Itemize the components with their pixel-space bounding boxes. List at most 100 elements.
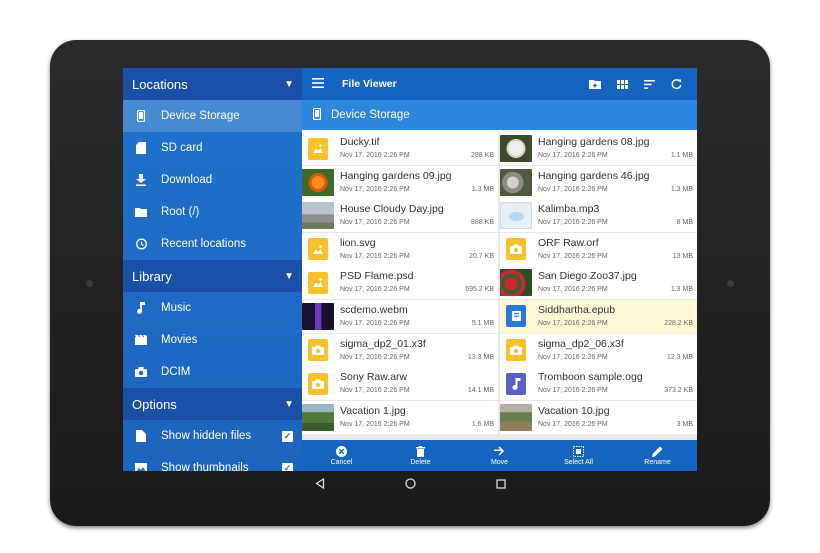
file-date: Nov 17, 2016 2:26 PM bbox=[538, 319, 608, 327]
sidebar-item-show-thumbnails[interactable]: Show thumbnails ✓ bbox=[123, 452, 302, 471]
file-size: 1.3 MB bbox=[670, 185, 693, 193]
file-date: Nov 17, 2016 2:26 PM bbox=[538, 420, 608, 428]
sidebar-item-download[interactable]: Download bbox=[123, 164, 302, 196]
sidebar-item-recent[interactable]: Recent locations bbox=[123, 228, 302, 260]
file-size: 1.3 MB bbox=[471, 185, 494, 193]
file-name: Hanging gardens 46.jpg bbox=[538, 169, 650, 182]
select-all-button[interactable]: Select All bbox=[539, 440, 618, 471]
delete-button[interactable]: Delete bbox=[381, 440, 460, 471]
file-item[interactable]: sigma_dp2_06.x3f Nov 17, 2016 2:26 PM 12.3… bbox=[500, 333, 697, 367]
file-item[interactable]: lion.svg Nov 17, 2016 2:26 PM 20.7 KB bbox=[302, 232, 498, 266]
file-size: 5.1 MB bbox=[471, 319, 494, 327]
home-icon[interactable] bbox=[404, 476, 416, 494]
file-item[interactable]: San Diego Zoo37.jpg Nov 17, 2016 2:26 PM 1… bbox=[500, 266, 697, 300]
camera-file-icon bbox=[506, 339, 526, 362]
file-thumbnail bbox=[302, 302, 334, 331]
new-folder-icon[interactable] bbox=[589, 78, 601, 90]
file-info: Ducky.tif Nov 17, 2016 2:26 PM 288 KB bbox=[340, 132, 498, 165]
music-note-icon bbox=[135, 302, 147, 314]
file-info: sigma_dp2_06.x3f Nov 17, 2016 2:26 PM 12.3… bbox=[538, 334, 697, 367]
file-size: 13 MB bbox=[672, 252, 693, 260]
refresh-icon[interactable] bbox=[670, 78, 682, 90]
file-info: Hanging gardens 08.jpg Nov 17, 2016 2:26 … bbox=[538, 132, 697, 165]
file-thumbnail bbox=[500, 134, 532, 163]
file-item[interactable]: Ducky.tif Nov 17, 2016 2:26 PM 288 KB bbox=[302, 132, 498, 165]
sidebar-item-label: Show hidden files bbox=[161, 430, 252, 442]
file-name: ORF Raw.orf bbox=[538, 236, 599, 249]
file-info: House Cloudy Day.jpg Nov 17, 2016 2:26 PM… bbox=[340, 199, 498, 232]
breadcrumb-label: Device Storage bbox=[331, 109, 410, 121]
system-nav-bar bbox=[123, 471, 697, 499]
menu-icon[interactable] bbox=[312, 75, 326, 93]
file-name: House Cloudy Day.jpg bbox=[340, 203, 444, 216]
section-header-locations[interactable]: Locations ▼ bbox=[123, 68, 302, 100]
file-item[interactable]: Vacation 1.jpg Nov 17, 2016 2:26 PM 1.6 MB bbox=[302, 400, 498, 434]
file-item[interactable]: Hanging gardens 08.jpg Nov 17, 2016 2:26 … bbox=[500, 132, 697, 165]
image-file-icon bbox=[308, 137, 328, 160]
file-size: 13.3 MB bbox=[467, 353, 494, 361]
file-size: 1.1 MB bbox=[670, 152, 693, 159]
sidebar-item-dcim[interactable]: DCIM bbox=[123, 356, 302, 388]
file-name: Hanging gardens 08.jpg bbox=[538, 136, 650, 148]
file-thumbnail bbox=[302, 168, 334, 197]
move-button[interactable]: Move bbox=[460, 440, 539, 471]
delete-label: Delete bbox=[410, 459, 431, 466]
file-name: Siddhartha.epub bbox=[538, 303, 616, 316]
file-item[interactable]: PSD Flame.psd Nov 17, 2016 2:26 PM 695.2 K… bbox=[302, 266, 498, 300]
file-item[interactable]: Sony Raw.arw Nov 17, 2016 2:26 PM 14.1 MB bbox=[302, 367, 498, 401]
sensor-dot bbox=[86, 280, 93, 287]
file-item[interactable]: Kalimba.mp3 Nov 17, 2016 2:26 PM 8 MB bbox=[500, 199, 697, 233]
sidebar-item-label: DCIM bbox=[161, 366, 191, 378]
sidebar-item-root[interactable]: Root (/) bbox=[123, 196, 302, 228]
camera-icon bbox=[135, 366, 147, 378]
sort-icon[interactable] bbox=[643, 78, 655, 90]
back-icon[interactable] bbox=[314, 476, 325, 494]
breadcrumb[interactable]: Device Storage bbox=[302, 100, 697, 130]
sidebar-item-sd-card[interactable]: SD card bbox=[123, 132, 302, 164]
file-name: PSD Flame.psd bbox=[340, 270, 414, 283]
file-thumbnail bbox=[302, 268, 334, 297]
sidebar-item-label: Show thumbnails bbox=[161, 462, 249, 471]
file-item[interactable]: Siddhartha.epub Nov 17, 2016 2:26 PM 228.2… bbox=[500, 299, 697, 333]
section-header-library[interactable]: Library ▼ bbox=[123, 260, 302, 292]
move-label: Move bbox=[490, 459, 509, 466]
file-size: 888 KB bbox=[471, 219, 494, 227]
file-item[interactable]: Tromboon sample.ogg Nov 17, 2016 2:26 PM 3… bbox=[500, 367, 697, 401]
file-thumbnail bbox=[302, 369, 334, 398]
file-item[interactable]: Vacation 10.jpg Nov 17, 2016 2:26 PM 3 MB bbox=[500, 400, 697, 434]
file-item[interactable]: House Cloudy Day.jpg Nov 17, 2016 2:26 PM… bbox=[302, 199, 498, 233]
music-file-icon bbox=[506, 372, 526, 395]
sidebar-item-music[interactable]: Music bbox=[123, 292, 302, 324]
trash-icon bbox=[416, 445, 425, 457]
file-info: ORF Raw.orf Nov 17, 2016 2:26 PM 13 MB bbox=[538, 233, 697, 266]
file-info: lion.svg Nov 17, 2016 2:26 PM 20.7 KB bbox=[340, 233, 498, 266]
checkbox-checked-icon[interactable]: ✓ bbox=[282, 462, 293, 471]
section-header-options[interactable]: Options ▼ bbox=[123, 388, 302, 420]
file-size: 373.2 KB bbox=[664, 387, 693, 395]
cancel-button[interactable]: Cancel bbox=[302, 440, 381, 471]
sidebar-item-label: Music bbox=[161, 302, 192, 314]
file-thumbnail bbox=[302, 201, 334, 230]
file-date: Nov 17, 2016 2:26 PM bbox=[538, 252, 608, 260]
sidebar-item-show-hidden-files[interactable]: Show hidden files ✓ bbox=[123, 420, 302, 452]
file-date: Nov 17, 2016 2:26 PM bbox=[538, 286, 608, 294]
file-item[interactable]: Hanging gardens 46.jpg Nov 17, 2016 2:26 … bbox=[500, 165, 697, 199]
select-all-label: Select All bbox=[564, 459, 593, 466]
phone-icon bbox=[312, 107, 322, 123]
grid-view-icon[interactable] bbox=[616, 78, 628, 90]
checkbox-checked-icon[interactable]: ✓ bbox=[282, 430, 293, 442]
file-item[interactable]: ORF Raw.orf Nov 17, 2016 2:26 PM 13 MB bbox=[500, 232, 697, 266]
file-item[interactable]: scdemo.webm Nov 17, 2016 2:26 PM 5.1 MB bbox=[302, 299, 498, 333]
file-item[interactable]: sigma_dp2_01.x3f Nov 17, 2016 2:26 PM 13.3… bbox=[302, 333, 498, 367]
sidebar-item-device-storage[interactable]: Device Storage bbox=[123, 100, 302, 132]
camera-file-icon bbox=[308, 339, 328, 362]
file-name: Vacation 10.jpg bbox=[538, 404, 610, 417]
rename-button[interactable]: Rename bbox=[618, 440, 697, 471]
file-column-right: Hanging gardens 08.jpg Nov 17, 2016 2:26 … bbox=[500, 132, 697, 434]
sidebar-item-movies[interactable]: Movies bbox=[123, 324, 302, 356]
sidebar-item-label: Root (/) bbox=[161, 206, 200, 218]
recents-icon[interactable] bbox=[495, 476, 506, 494]
sensor-dot bbox=[727, 280, 734, 287]
file-item[interactable]: Hanging gardens 09.jpg Nov 17, 2016 2:26 … bbox=[302, 165, 498, 199]
file-name: lion.svg bbox=[340, 236, 376, 249]
